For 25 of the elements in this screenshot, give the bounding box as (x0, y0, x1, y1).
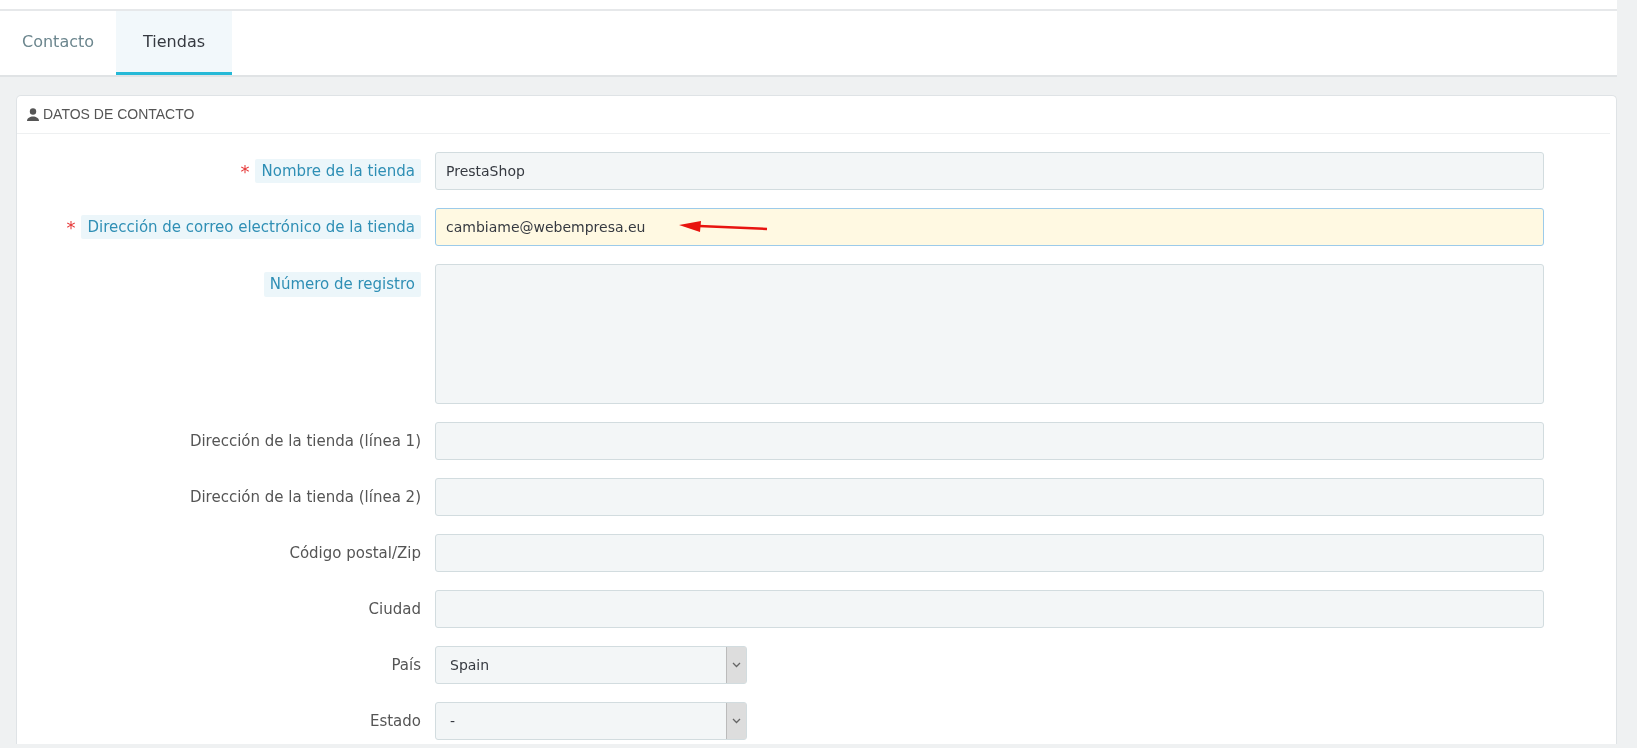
select-field[interactable]: - (435, 702, 747, 740)
input-field[interactable] (435, 534, 1544, 572)
field-label: Código postal/Zip (289, 542, 421, 564)
input-field[interactable] (435, 590, 1544, 628)
field-label: País (391, 654, 421, 676)
input-field[interactable]: PrestaShop (435, 152, 1544, 190)
required-mark: * (66, 215, 76, 240)
input-field[interactable]: cambiame@webempresa.eu (435, 208, 1544, 246)
input-field[interactable] (435, 422, 1544, 460)
required-mark: * (240, 159, 250, 184)
input-field[interactable] (435, 478, 1544, 516)
panel-title: DATOS DE CONTACTO (43, 105, 195, 124)
tab[interactable]: Tiendas (116, 11, 233, 75)
textarea-field[interactable] (435, 264, 1544, 404)
field-label: Número de registro (263, 272, 421, 297)
caret-icon (732, 718, 741, 724)
field-label: Nombre de la tienda (255, 158, 421, 184)
field-label: Dirección de correo electrónico de la tienda (81, 214, 421, 240)
user-icon (27, 108, 39, 121)
caret-icon (732, 662, 741, 668)
select-field[interactable]: Spain (435, 646, 747, 684)
field-label: Estado (369, 710, 421, 732)
field-label: Dirección de la tienda (línea 2) (189, 486, 421, 508)
field-label: Dirección de la tienda (línea 1) (189, 430, 421, 452)
field-label: Ciudad (368, 598, 421, 620)
